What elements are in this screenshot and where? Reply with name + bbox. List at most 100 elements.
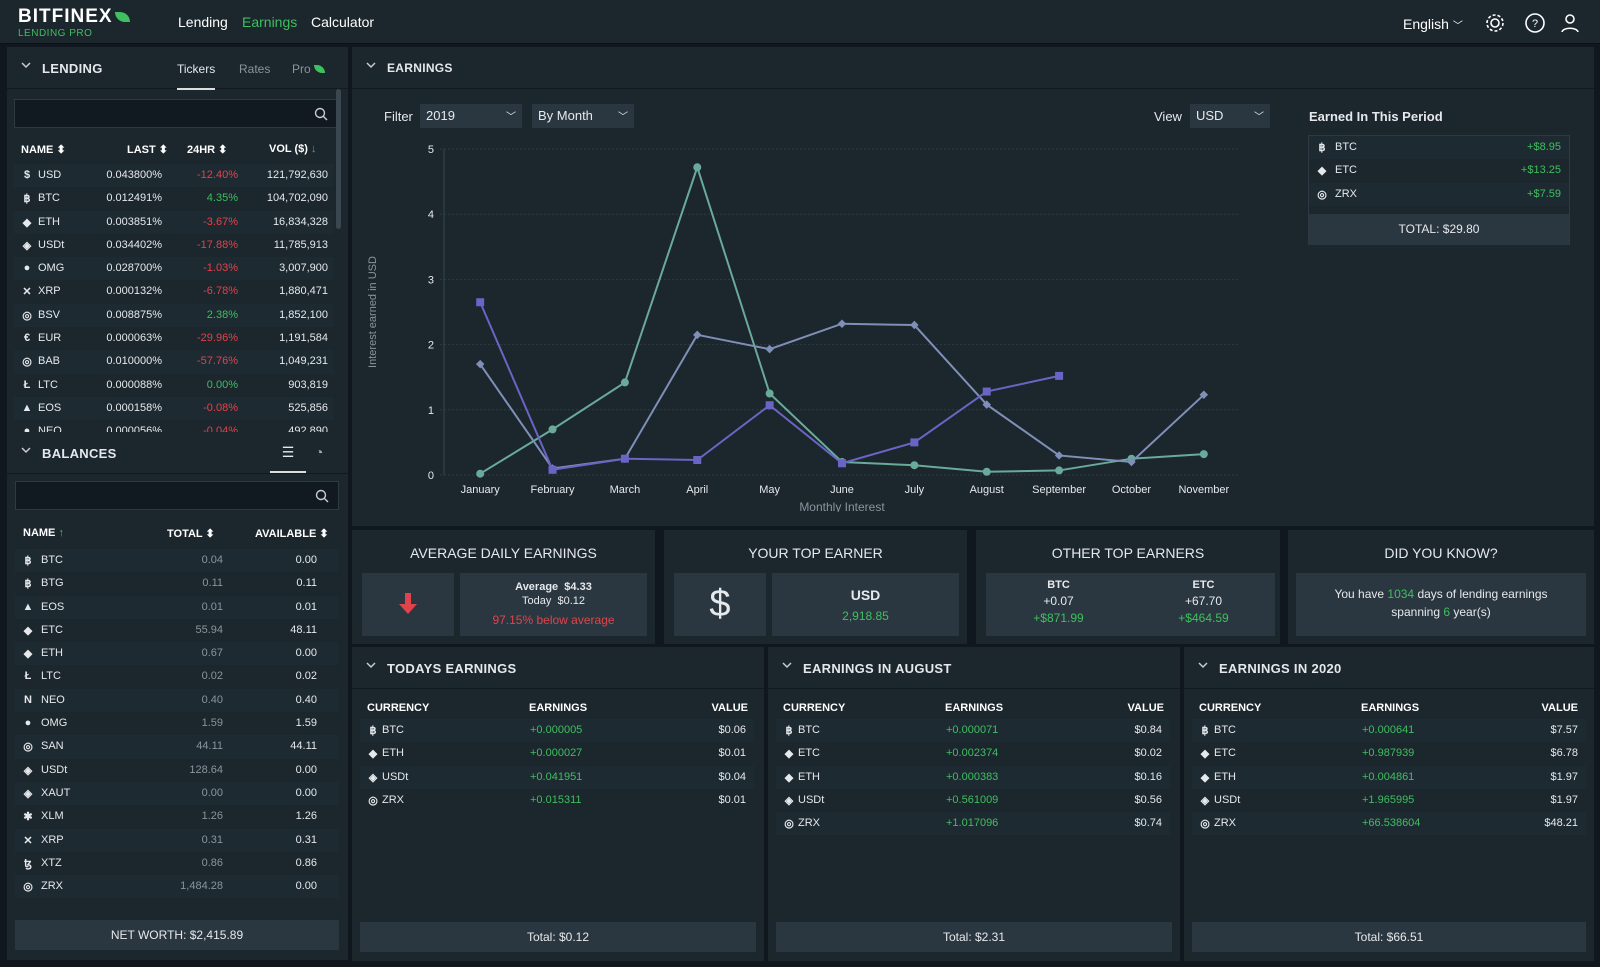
table-row[interactable]: N NEO 0.40 0.40 bbox=[15, 688, 339, 713]
table-row[interactable]: ◎ ZRX +1.017096 $0.74 bbox=[776, 812, 1170, 836]
data-point[interactable] bbox=[1055, 466, 1064, 475]
table-row[interactable]: ฿ BTC 0.04 0.00 bbox=[15, 549, 339, 573]
list-view-icon[interactable]: ☰ bbox=[270, 444, 306, 473]
data-point[interactable] bbox=[620, 378, 629, 387]
data-point[interactable] bbox=[837, 319, 847, 328]
currency-icon: Ł bbox=[24, 670, 32, 683]
table-row[interactable]: ✱ XLM 1.26 1.26 bbox=[15, 805, 339, 828]
table-row[interactable]: ◈ USDt +1.965995 $1.97 bbox=[1192, 789, 1586, 812]
data-point[interactable] bbox=[693, 330, 702, 340]
table-row[interactable]: $ USD 0.043800% -12.40% 121,792,630 bbox=[14, 164, 334, 188]
gear-icon[interactable] bbox=[1484, 12, 1506, 34]
balances-search-input[interactable] bbox=[15, 481, 339, 510]
table-row[interactable]: ꜩ XTZ 0.86 0.86 bbox=[15, 852, 339, 875]
data-point[interactable] bbox=[693, 163, 702, 172]
table-row[interactable]: ◆ ETH +0.000383 $0.16 bbox=[776, 765, 1170, 789]
table-row[interactable]: ฿ BTC 0.012491% 4.35% 104,702,090 bbox=[14, 187, 334, 210]
table-row[interactable]: ◎ BSV 0.008875% 2.38% 1,852,100 bbox=[14, 303, 334, 328]
data-point[interactable] bbox=[620, 454, 629, 463]
table-row[interactable]: Ł LTC 0.000088% 0.00% 903,819 bbox=[14, 374, 334, 397]
todays-total: Total: $0.12 bbox=[360, 922, 756, 952]
table-row[interactable]: ▲ EOS 0.000158% -0.08% 525,856 bbox=[14, 396, 334, 421]
tab-pro[interactable]: Pro bbox=[292, 62, 326, 76]
table-row[interactable]: ◆ ETH 0.003851% -3.67% 16,834,328 bbox=[14, 210, 334, 234]
chevron-down-icon[interactable] bbox=[366, 60, 376, 70]
data-point[interactable] bbox=[982, 387, 991, 396]
data-point[interactable] bbox=[765, 344, 774, 354]
balance-available: 0.01 bbox=[295, 600, 317, 613]
table-row[interactable]: ฿ BTC +0.000641 $7.57 bbox=[1192, 719, 1586, 743]
nav-lending[interactable]: Lending bbox=[178, 14, 228, 30]
data-point[interactable] bbox=[1199, 450, 1208, 459]
table-row[interactable]: ◈ USDt 0.034402% -17.88% 11,785,913 bbox=[14, 234, 334, 257]
nav-earnings[interactable]: Earnings bbox=[242, 14, 297, 30]
col-vol[interactable]: VOL ($) ↓ bbox=[269, 143, 316, 155]
pie-view-icon[interactable]: ◔ bbox=[315, 444, 323, 460]
table-row[interactable]: ◎ ZRX 1,484.28 0.00 bbox=[15, 875, 339, 899]
table-row[interactable]: ◆ ETC +0.002374 $0.02 bbox=[776, 742, 1170, 765]
search-icon bbox=[314, 107, 328, 121]
scrollbar[interactable] bbox=[336, 89, 341, 229]
col-last[interactable]: LAST ⬍ bbox=[127, 143, 168, 156]
nav-calculator[interactable]: Calculator bbox=[311, 14, 374, 30]
leaf-icon bbox=[314, 65, 326, 73]
data-point[interactable] bbox=[838, 459, 846, 468]
data-point[interactable] bbox=[548, 465, 557, 474]
user-icon[interactable] bbox=[1559, 12, 1581, 34]
data-point[interactable] bbox=[910, 438, 919, 447]
chevron-down-icon[interactable] bbox=[1198, 660, 1208, 670]
table-row[interactable]: Ł LTC 0.02 0.02 bbox=[15, 665, 339, 688]
table-row[interactable]: ◆ ETH 0.67 0.00 bbox=[15, 642, 339, 666]
table-row[interactable]: ◈ USDt 128.64 0.00 bbox=[15, 759, 339, 782]
tab-rates[interactable]: Rates bbox=[239, 62, 270, 76]
row-value: $0.02 bbox=[1134, 747, 1162, 760]
table-row[interactable]: ◈ XAUT 0.00 0.00 bbox=[15, 781, 339, 806]
col-name[interactable]: NAME ↑ bbox=[23, 527, 64, 539]
data-point[interactable] bbox=[476, 298, 485, 307]
data-point[interactable] bbox=[693, 456, 702, 465]
tab-tickers[interactable]: Tickers bbox=[177, 62, 216, 90]
table-row[interactable]: ◈ USDt +0.561009 $0.56 bbox=[776, 789, 1170, 812]
series-zrx bbox=[476, 298, 1064, 474]
table-row[interactable]: ◎ ZRX +0.015311 $0.01 bbox=[360, 789, 754, 812]
table-row[interactable]: ▲ EOS 0.01 0.01 bbox=[15, 595, 339, 619]
help-icon[interactable]: ? bbox=[1524, 12, 1546, 34]
table-row[interactable]: ✕ XRP 0.31 0.31 bbox=[15, 828, 339, 852]
data-point[interactable] bbox=[548, 425, 557, 434]
table-row[interactable]: ◆ ETH +0.000027 $0.01 bbox=[360, 742, 754, 765]
table-row[interactable]: ◈ USDt +0.041951 $0.04 bbox=[360, 765, 754, 789]
chevron-down-icon[interactable] bbox=[782, 660, 792, 670]
table-row[interactable]: ● OMG 1.59 1.59 bbox=[15, 712, 339, 735]
data-point[interactable] bbox=[765, 389, 774, 398]
table-row[interactable]: ◆ ETC +0.987939 $6.78 bbox=[1192, 742, 1586, 765]
col-value: VALUE bbox=[1127, 702, 1164, 714]
table-row[interactable]: ◎ SAN 44.11 44.11 bbox=[15, 735, 339, 759]
data-point[interactable] bbox=[910, 461, 919, 470]
table-row[interactable]: ฿ BTG 0.11 0.11 bbox=[15, 572, 339, 595]
ticker-last: 0.000063% bbox=[106, 332, 162, 345]
lending-search-input[interactable] bbox=[14, 99, 338, 128]
table-row[interactable]: ◎ BAB 0.010000% -57.76% 1,049,231 bbox=[14, 350, 334, 374]
chevron-down-icon[interactable] bbox=[21, 60, 31, 70]
data-point[interactable] bbox=[476, 469, 485, 478]
col-24hr[interactable]: 24HR ⬍ bbox=[187, 143, 227, 156]
data-point[interactable] bbox=[1055, 371, 1064, 380]
table-row[interactable]: € EUR 0.000063% -29.96% 1,191,584 bbox=[14, 327, 334, 350]
language-select[interactable]: English ﹀ bbox=[1403, 16, 1463, 32]
table-row[interactable]: ◆ ETC 55.94 48.11 bbox=[15, 619, 339, 642]
table-row[interactable]: ฿ BTC +0.000071 $0.84 bbox=[776, 719, 1170, 743]
col-total[interactable]: TOTAL ⬍ bbox=[167, 527, 215, 540]
table-row[interactable]: ◆ ETH +0.004861 $1.97 bbox=[1192, 765, 1586, 789]
data-point[interactable] bbox=[982, 467, 991, 476]
col-name[interactable]: NAME ⬍ bbox=[21, 143, 66, 156]
table-row[interactable]: ✕ XRP 0.000132% -6.78% 1,880,471 bbox=[14, 280, 334, 303]
logo[interactable]: BITFINEX LENDING PRO bbox=[18, 6, 130, 39]
table-row[interactable]: ● OMG 0.028700% -1.03% 3,007,900 bbox=[14, 257, 334, 281]
chevron-down-icon[interactable] bbox=[21, 445, 31, 455]
chevron-down-icon[interactable] bbox=[366, 660, 376, 670]
table-row[interactable]: ◎ ZRX +66.538604 $48.21 bbox=[1192, 812, 1586, 836]
data-point[interactable] bbox=[765, 401, 774, 410]
col-available[interactable]: AVAILABLE ⬍ bbox=[255, 527, 329, 540]
ticker-name: BTC bbox=[38, 192, 60, 205]
table-row[interactable]: ฿ BTC +0.000005 $0.06 bbox=[360, 719, 754, 743]
